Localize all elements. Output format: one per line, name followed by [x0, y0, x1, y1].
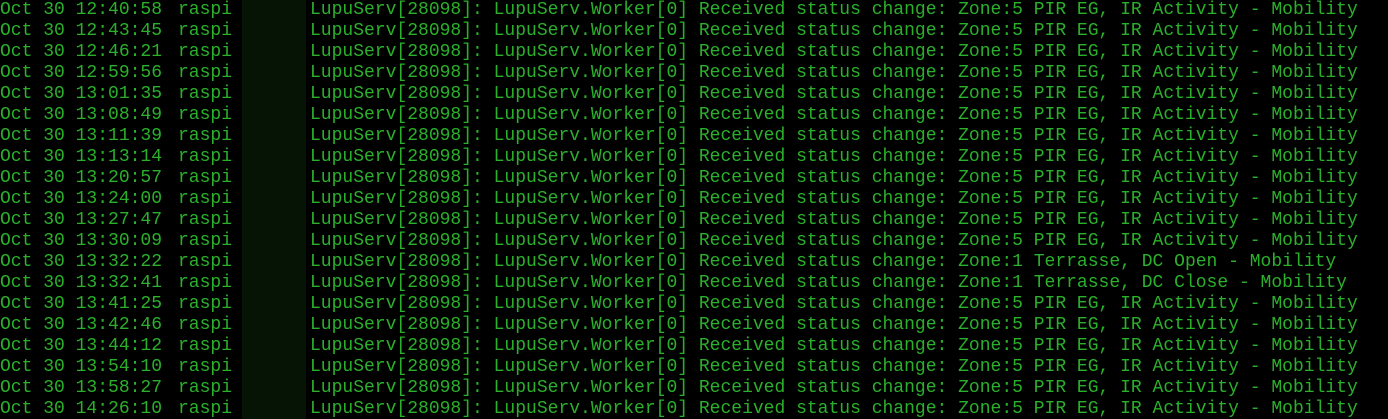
log-line: Oct 30 13:32:41 raspi LupuServ[28098]: L… — [0, 273, 1347, 294]
log-timestamp: Oct 30 12:40:58 — [0, 0, 163, 20]
log-timestamp: Oct 30 14:26:10 — [0, 399, 163, 419]
log-line: Oct 30 13:44:12 raspi LupuServ[28098]: L… — [0, 336, 1358, 357]
log-output: Oct 30 12:40:58 raspi LupuServ[28098]: L… — [0, 0, 1358, 419]
log-line: Oct 30 13:30:09 raspi LupuServ[28098]: L… — [0, 231, 1358, 252]
log-line: Oct 30 13:24:00 raspi LupuServ[28098]: L… — [0, 189, 1358, 210]
log-line: Oct 30 13:08:49 raspi LupuServ[28098]: L… — [0, 105, 1358, 126]
log-message: LupuServ[28098]: LupuServ.Worker[0] Rece… — [310, 168, 1358, 188]
log-line: Oct 30 13:58:27 raspi LupuServ[28098]: L… — [0, 378, 1358, 399]
log-host: raspi — [178, 399, 233, 419]
log-host: raspi — [178, 315, 233, 335]
log-timestamp: Oct 30 12:46:21 — [0, 42, 163, 62]
log-host: raspi — [178, 231, 233, 251]
log-line: Oct 30 12:46:21 raspi LupuServ[28098]: L… — [0, 42, 1358, 63]
log-message: LupuServ[28098]: LupuServ.Worker[0] Rece… — [310, 252, 1337, 272]
log-timestamp: Oct 30 13:20:57 — [0, 168, 163, 188]
log-timestamp: Oct 30 13:42:46 — [0, 315, 163, 335]
log-message: LupuServ[28098]: LupuServ.Worker[0] Rece… — [310, 294, 1358, 314]
log-timestamp: Oct 30 13:24:00 — [0, 189, 163, 209]
log-timestamp: Oct 30 13:08:49 — [0, 105, 163, 125]
log-message: LupuServ[28098]: LupuServ.Worker[0] Rece… — [310, 63, 1358, 83]
log-line: Oct 30 13:01:35 raspi LupuServ[28098]: L… — [0, 84, 1358, 105]
log-timestamp: Oct 30 13:30:09 — [0, 231, 163, 251]
log-message: LupuServ[28098]: LupuServ.Worker[0] Rece… — [310, 84, 1358, 104]
log-line: Oct 30 13:13:14 raspi LupuServ[28098]: L… — [0, 147, 1358, 168]
log-message: LupuServ[28098]: LupuServ.Worker[0] Rece… — [310, 336, 1358, 356]
log-host: raspi — [178, 273, 233, 293]
log-line: Oct 30 12:59:56 raspi LupuServ[28098]: L… — [0, 63, 1358, 84]
log-timestamp: Oct 30 12:43:45 — [0, 21, 163, 41]
terminal-window[interactable]: Oct 30 12:40:58 raspi LupuServ[28098]: L… — [0, 0, 1388, 419]
log-timestamp: Oct 30 13:01:35 — [0, 84, 163, 104]
log-message: LupuServ[28098]: LupuServ.Worker[0] Rece… — [310, 189, 1358, 209]
log-line: Oct 30 13:41:25 raspi LupuServ[28098]: L… — [0, 294, 1358, 315]
log-line: Oct 30 13:54:10 raspi LupuServ[28098]: L… — [0, 357, 1358, 378]
log-message: LupuServ[28098]: LupuServ.Worker[0] Rece… — [310, 231, 1358, 251]
log-message: LupuServ[28098]: LupuServ.Worker[0] Rece… — [310, 0, 1358, 20]
log-line: Oct 30 12:43:45 raspi LupuServ[28098]: L… — [0, 21, 1358, 42]
log-host: raspi — [178, 63, 233, 83]
log-message: LupuServ[28098]: LupuServ.Worker[0] Rece… — [310, 357, 1358, 377]
log-timestamp: Oct 30 13:32:41 — [0, 273, 163, 293]
log-timestamp: Oct 30 13:32:22 — [0, 252, 163, 272]
log-timestamp: Oct 30 13:41:25 — [0, 294, 163, 314]
log-host: raspi — [178, 189, 233, 209]
log-host: raspi — [178, 294, 233, 314]
log-host: raspi — [178, 84, 233, 104]
log-host: raspi — [178, 378, 233, 398]
log-timestamp: Oct 30 12:59:56 — [0, 63, 163, 83]
log-host: raspi — [178, 105, 233, 125]
log-host: raspi — [178, 126, 233, 146]
log-message: LupuServ[28098]: LupuServ.Worker[0] Rece… — [310, 210, 1358, 230]
log-message: LupuServ[28098]: LupuServ.Worker[0] Rece… — [310, 126, 1358, 146]
log-timestamp: Oct 30 13:54:10 — [0, 357, 163, 377]
log-line: Oct 30 13:42:46 raspi LupuServ[28098]: L… — [0, 315, 1358, 336]
log-timestamp: Oct 30 13:13:14 — [0, 147, 163, 167]
log-message: LupuServ[28098]: LupuServ.Worker[0] Rece… — [310, 105, 1358, 125]
log-host: raspi — [178, 168, 233, 188]
log-message: LupuServ[28098]: LupuServ.Worker[0] Rece… — [310, 273, 1347, 293]
log-line: Oct 30 13:11:39 raspi LupuServ[28098]: L… — [0, 126, 1358, 147]
log-message: LupuServ[28098]: LupuServ.Worker[0] Rece… — [310, 315, 1358, 335]
log-line: Oct 30 12:40:58 raspi LupuServ[28098]: L… — [0, 0, 1358, 21]
redacted-region — [242, 0, 306, 419]
log-host: raspi — [178, 357, 233, 377]
log-message: LupuServ[28098]: LupuServ.Worker[0] Rece… — [310, 399, 1358, 419]
log-timestamp: Oct 30 13:27:47 — [0, 210, 163, 230]
log-line: Oct 30 13:27:47 raspi LupuServ[28098]: L… — [0, 210, 1358, 231]
log-message: LupuServ[28098]: LupuServ.Worker[0] Rece… — [310, 378, 1358, 398]
log-message: LupuServ[28098]: LupuServ.Worker[0] Rece… — [310, 147, 1358, 167]
log-timestamp: Oct 30 13:58:27 — [0, 378, 163, 398]
log-host: raspi — [178, 252, 233, 272]
log-line: Oct 30 13:20:57 raspi LupuServ[28098]: L… — [0, 168, 1358, 189]
log-message: LupuServ[28098]: LupuServ.Worker[0] Rece… — [310, 21, 1358, 41]
log-host: raspi — [178, 21, 233, 41]
log-timestamp: Oct 30 13:11:39 — [0, 126, 163, 146]
log-host: raspi — [178, 336, 233, 356]
log-timestamp: Oct 30 13:44:12 — [0, 336, 163, 356]
log-line: Oct 30 13:32:22 raspi LupuServ[28098]: L… — [0, 252, 1336, 273]
log-line: Oct 30 14:26:10 raspi LupuServ[28098]: L… — [0, 399, 1358, 419]
log-host: raspi — [178, 42, 233, 62]
log-host: raspi — [178, 147, 233, 167]
log-host: raspi — [178, 210, 233, 230]
log-message: LupuServ[28098]: LupuServ.Worker[0] Rece… — [310, 42, 1358, 62]
log-host: raspi — [178, 0, 233, 20]
